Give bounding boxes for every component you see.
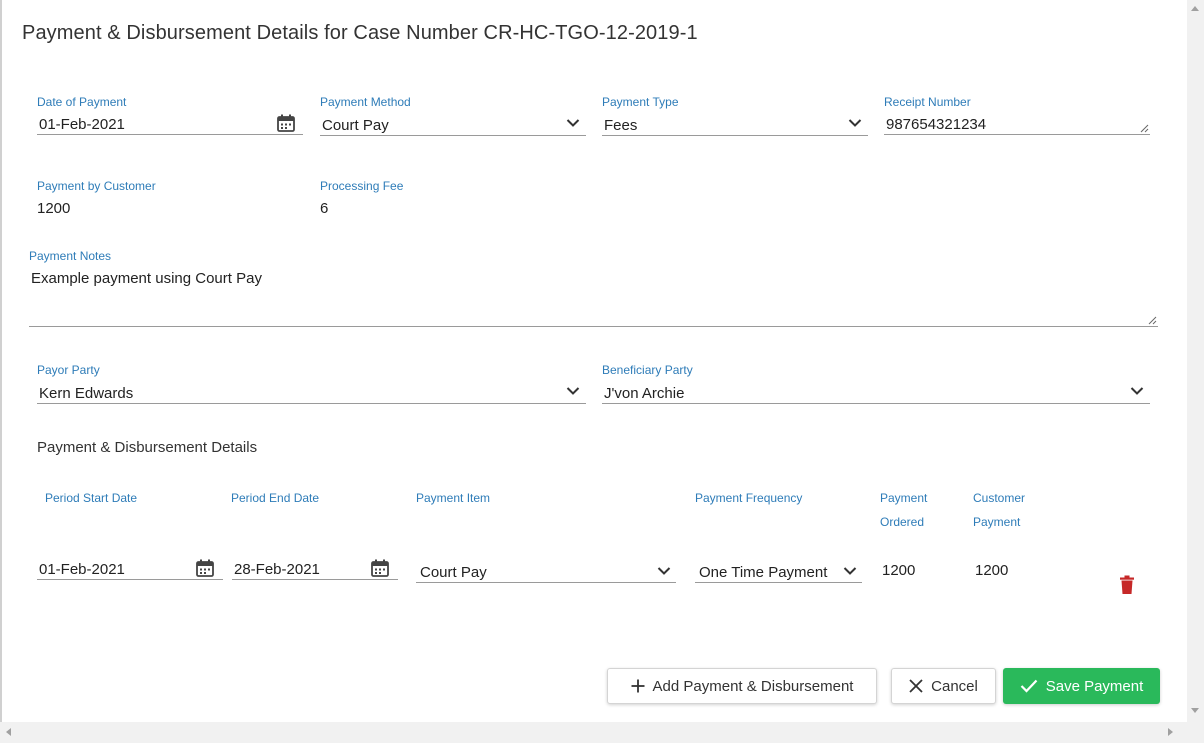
header-payment-ordered-line1: Payment [880, 491, 928, 505]
date-of-payment-label: Date of Payment [37, 95, 127, 109]
header-customer-payment-line1: Customer [973, 491, 1026, 505]
receipt-number-input[interactable]: 987654321234 [886, 116, 986, 133]
period-end-input[interactable]: 28-Feb-2021 [234, 561, 320, 578]
calendar-icon[interactable] [370, 558, 390, 578]
header-period-start: Period Start Date [45, 491, 138, 505]
date-of-payment-underline [37, 134, 303, 135]
chevron-down-icon[interactable] [848, 118, 862, 128]
header-payment-item: Payment Item [416, 491, 491, 505]
payment-notes-label: Payment Notes [29, 249, 112, 263]
resize-grip-icon[interactable] [1148, 316, 1157, 325]
payment-frequency-underline [695, 582, 862, 583]
payor-party-label: Payor Party [37, 363, 100, 377]
processing-fee-label: Processing Fee [320, 179, 404, 193]
save-payment-label: Save Payment [1045, 677, 1144, 695]
header-payment-frequency: Payment Frequency [695, 491, 803, 505]
payment-method-underline [320, 135, 586, 136]
date-of-payment-input[interactable]: 01-Feb-2021 [39, 116, 125, 133]
cancel-label: Cancel [931, 677, 978, 695]
payment-dialog: Payment & Disbursement Details for Case … [0, 0, 1187, 722]
payment-by-customer-value: 1200 [37, 200, 71, 217]
payment-by-customer-label: Payment by Customer [37, 179, 156, 193]
payment-method-select[interactable]: Court Pay [322, 117, 389, 134]
add-payment-disbursement-label: Add Payment & Disbursement [652, 677, 854, 695]
payment-notes-textarea[interactable]: Example payment using Court Pay [31, 270, 262, 287]
receipt-number-label: Receipt Number [884, 95, 971, 109]
plus-icon [631, 679, 645, 693]
payment-notes-underline [29, 326, 1158, 327]
scroll-left-arrow-icon[interactable] [6, 728, 11, 736]
horizontal-scrollbar[interactable] [0, 722, 1204, 743]
close-icon [909, 679, 923, 693]
chevron-down-icon[interactable] [843, 566, 857, 576]
payment-type-select[interactable]: Fees [604, 117, 637, 134]
chevron-down-icon[interactable] [1130, 386, 1144, 396]
beneficiary-party-label: Beneficiary Party [602, 363, 693, 377]
payment-item-underline [416, 582, 676, 583]
vertical-scrollbar[interactable] [1187, 0, 1204, 722]
chevron-down-icon[interactable] [566, 386, 580, 396]
payment-item-select[interactable]: Court Pay [420, 564, 487, 581]
payment-type-label: Payment Type [602, 95, 679, 109]
payment-type-underline [602, 135, 868, 136]
receipt-number-underline [884, 134, 1150, 135]
period-start-input[interactable]: 01-Feb-2021 [39, 561, 125, 578]
payment-ordered-value: 1200 [882, 562, 916, 579]
calendar-icon[interactable] [195, 558, 215, 578]
section-title: Payment & Disbursement Details [37, 439, 258, 456]
scroll-up-arrow-icon[interactable] [1191, 6, 1199, 11]
processing-fee-value: 6 [320, 200, 329, 217]
customer-payment-value: 1200 [975, 562, 1009, 579]
calendar-icon[interactable] [276, 113, 296, 133]
dialog-title: Payment & Disbursement Details for Case … [22, 22, 698, 44]
add-payment-disbursement-button[interactable]: Add Payment & Disbursement [607, 668, 877, 704]
check-icon [1020, 679, 1038, 693]
period-start-underline [37, 579, 223, 580]
beneficiary-party-underline [602, 403, 1150, 404]
payor-party-select[interactable]: Kern Edwards [39, 385, 133, 402]
payor-party-underline [37, 403, 586, 404]
scroll-right-arrow-icon[interactable] [1168, 728, 1173, 736]
header-period-end: Period End Date [231, 491, 320, 505]
beneficiary-party-select[interactable]: J'von Archie [604, 385, 684, 402]
header-payment-ordered-line2: Ordered [880, 515, 925, 529]
save-payment-button[interactable]: Save Payment [1003, 668, 1160, 704]
period-end-underline [232, 579, 398, 580]
trash-icon[interactable] [1119, 575, 1135, 595]
payment-method-label: Payment Method [320, 95, 411, 109]
header-customer-payment-line2: Payment [973, 515, 1021, 529]
cancel-button[interactable]: Cancel [891, 668, 996, 704]
payment-frequency-select[interactable]: One Time Payment [699, 564, 827, 581]
resize-grip-icon[interactable] [1140, 124, 1149, 133]
scroll-down-arrow-icon[interactable] [1191, 708, 1199, 713]
chevron-down-icon[interactable] [657, 566, 671, 576]
chevron-down-icon[interactable] [566, 118, 580, 128]
